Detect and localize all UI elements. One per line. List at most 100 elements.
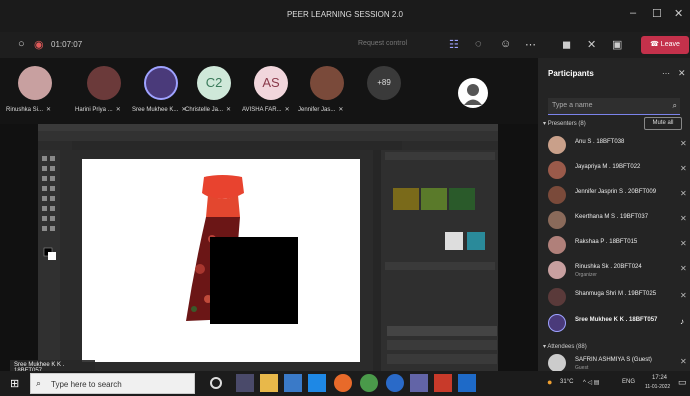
participant-name: Rakshaa P . 18BFT015: [575, 239, 638, 245]
panels-graphic: [373, 150, 497, 372]
participant-name: Jayapriya M . 19BFT022: [575, 164, 641, 170]
avatar: C2: [197, 66, 231, 100]
maximize-button[interactable]: ☐: [652, 7, 662, 20]
photoshop-canvas[interactable]: [82, 159, 360, 362]
avatar: [548, 236, 566, 254]
search-input[interactable]: Type a name ⌕: [548, 98, 680, 115]
mic-off-icon: ✕: [115, 107, 121, 113]
task-view-icon[interactable]: [236, 374, 254, 392]
mic-off-icon: ✕: [680, 264, 687, 273]
avatar: [548, 161, 566, 179]
list-item[interactable]: Rakshaa P . 18BFT015 ✕: [546, 236, 687, 256]
list-item[interactable]: Sree Mukhee K K . 18BFT057 ♪: [546, 314, 686, 334]
photoshop-icon[interactable]: [458, 374, 476, 392]
mic-off-icon: ✕: [680, 357, 687, 366]
list-item[interactable]: Shanmuga Shri M . 19BFT025 ✕: [546, 288, 687, 308]
dress-artwork: [186, 175, 298, 324]
window-title: PEER LEARNING SESSION 2.0: [286, 10, 404, 19]
cortana-icon[interactable]: [210, 377, 222, 389]
list-item[interactable]: Anu S . 18BFT038 ✕: [546, 136, 687, 156]
more-options-icon[interactable]: ⋯: [662, 69, 670, 78]
search-icon: ⌕: [36, 378, 42, 388]
participant-name: AVISHA FAR...: [242, 107, 282, 113]
panel-title: Participants: [548, 69, 594, 78]
clock-date[interactable]: 11-01-2022: [645, 384, 670, 390]
taskbar-search-input[interactable]: ⌕ Type here to search: [30, 373, 195, 394]
clock-time[interactable]: 17:24: [652, 375, 667, 381]
participant-name: Shanmuga Shri M . 19BFT025: [575, 291, 657, 297]
leave-button[interactable]: ☎ Leave: [641, 36, 689, 54]
avatar: [310, 66, 344, 100]
participant-tile[interactable]: Rinushka Si... ✕: [6, 66, 76, 126]
person-icon: [464, 84, 482, 105]
minimize-button[interactable]: –: [630, 7, 636, 19]
camera-off-icon[interactable]: ◼: [562, 38, 571, 51]
mute-all-button[interactable]: Mute all: [644, 117, 682, 130]
close-button[interactable]: ✕: [674, 7, 683, 20]
avatar: [548, 136, 566, 154]
avatar: [548, 314, 566, 332]
notifications-icon[interactable]: ▭: [678, 377, 687, 388]
store-icon[interactable]: [284, 374, 302, 392]
chat-icon[interactable]: ◌: [475, 38, 482, 50]
reactions-icon[interactable]: ☺: [500, 38, 511, 50]
participant-name: Jennifer Jas...: [298, 107, 336, 113]
list-item[interactable]: Jennifer Jasprin S . 20BFT009 ✕: [546, 186, 687, 206]
avatar: [18, 66, 52, 100]
language-indicator[interactable]: ENG: [622, 379, 635, 385]
mic-off-icon: ✕: [46, 107, 52, 113]
participant-name: Rinushka Si...: [6, 107, 44, 113]
weather-temp: 31°C: [560, 379, 574, 385]
mic-off-icon: ✕: [680, 189, 687, 198]
avatar: [548, 288, 566, 306]
list-item[interactable]: Jayapriya M . 19BFT022 ✕: [546, 161, 687, 181]
windows-start-icon[interactable]: ⊞: [10, 377, 19, 390]
teams-icon[interactable]: [410, 374, 428, 392]
presenters-section-label[interactable]: ▾ Presenters (8): [543, 120, 586, 127]
close-icon[interactable]: ✕: [678, 68, 686, 79]
tray-icons[interactable]: ^ ◁ ▤: [583, 379, 599, 386]
more-participants-tile[interactable]: +89: [355, 66, 425, 126]
search-icon: ⌕: [672, 101, 677, 110]
participant-avatar-large: [458, 78, 488, 108]
list-item[interactable]: Rinushka Sk . 20BFT024 Organizer ✕: [546, 261, 687, 281]
list-item[interactable]: Keerthana M S . 19BFT037 ✕: [546, 211, 687, 231]
participant-name: Anu S . 18BFT038: [575, 139, 625, 145]
more-participants-count: +89: [367, 66, 401, 100]
recording-icon: ◉: [34, 39, 44, 51]
leave-label: Leave: [660, 41, 680, 48]
weather-icon: ●: [547, 377, 553, 387]
avatar: [548, 354, 566, 372]
chrome-icon[interactable]: [360, 374, 378, 392]
firefox-icon[interactable]: [334, 374, 352, 392]
meeting-timer: 01:07:07: [51, 40, 83, 49]
title-bar: PEER LEARNING SESSION 2.0 – ☐ ✕: [0, 0, 690, 32]
taskbar: ⊞ ⌕ Type here to search ● 31°C ^ ◁ ▤ ENG…: [0, 371, 690, 396]
attendees-section-label[interactable]: ▾ Attendees (88): [543, 343, 587, 350]
request-control-button[interactable]: Request control: [358, 40, 407, 47]
app-icon[interactable]: [434, 374, 452, 392]
mic-off-icon: ✕: [680, 239, 687, 248]
photoshop-toolbox: [38, 150, 60, 372]
avatar: [144, 66, 178, 100]
participant-name: Christelle Ja...: [185, 107, 224, 113]
participant-role: Organizer: [575, 272, 597, 278]
share-icon[interactable]: ▣: [612, 38, 622, 51]
avatar: [548, 211, 566, 229]
avatar: [548, 261, 566, 279]
mic-off-icon[interactable]: ✕: [587, 38, 596, 51]
mail-icon[interactable]: [308, 374, 326, 392]
avatar: [87, 66, 121, 100]
shared-screen: [38, 124, 498, 372]
participant-name: SAFRIN ASHMIYA S (Guest): [575, 357, 652, 363]
mic-off-icon: ✕: [226, 107, 232, 113]
presenter-caption: Sree Mukhee K K . 18BFT057: [10, 360, 95, 374]
browser-icon[interactable]: [386, 374, 404, 392]
file-explorer-icon[interactable]: [260, 374, 278, 392]
more-options-icon[interactable]: ⋯: [525, 38, 536, 51]
photoshop-document-tabs: [72, 141, 402, 150]
participants-icon[interactable]: ☷: [449, 38, 459, 51]
photoshop-menu-bar: [38, 124, 498, 131]
mic-off-icon: ✕: [680, 214, 687, 223]
participant-name: Harini Priya ...: [75, 107, 113, 113]
